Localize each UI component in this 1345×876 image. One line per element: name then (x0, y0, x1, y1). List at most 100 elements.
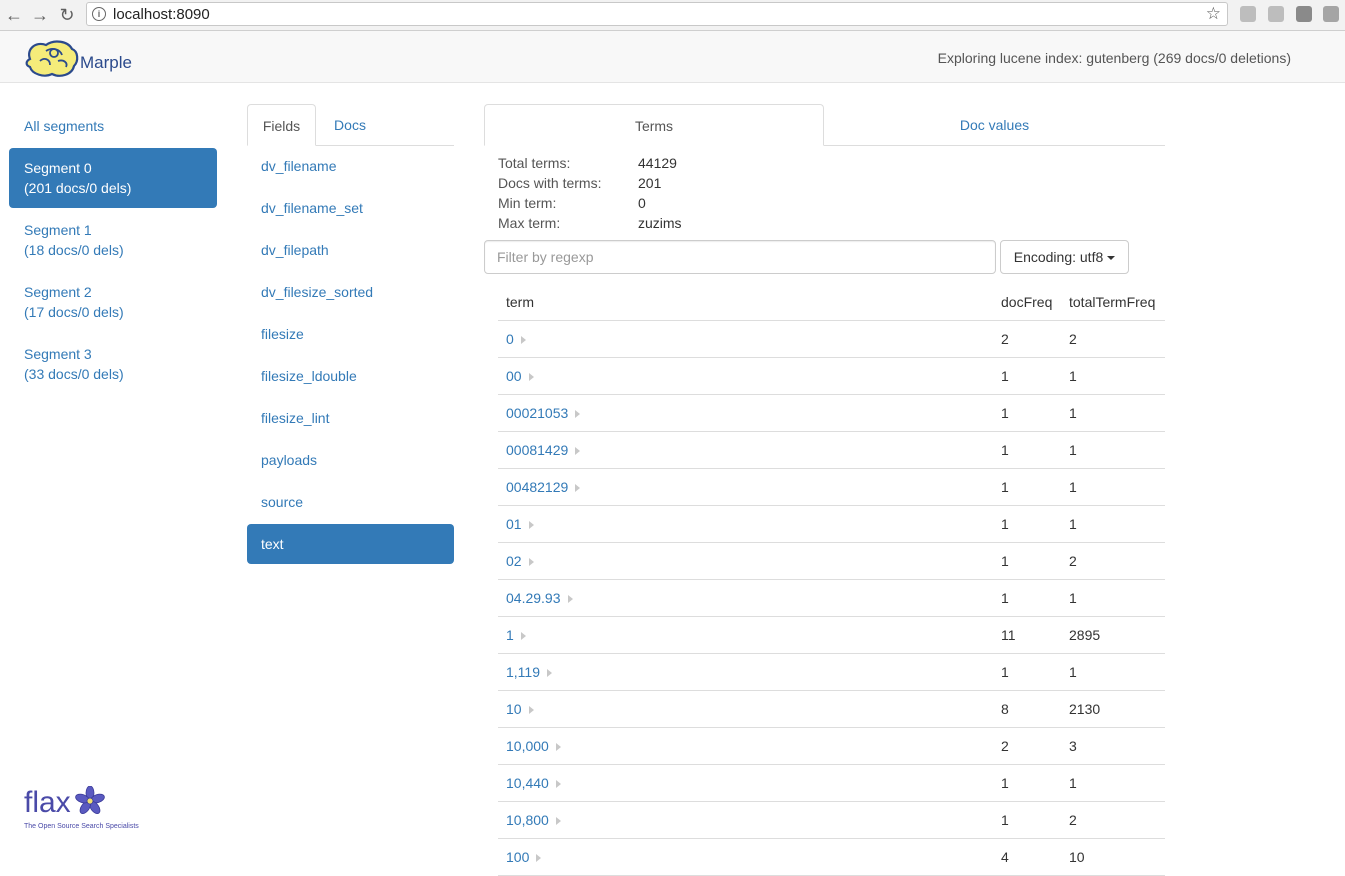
expand-arrow-icon[interactable] (575, 447, 581, 456)
term-link[interactable]: 04.29.93 (506, 590, 561, 606)
app-header: Marple Exploring lucene index: gutenberg… (0, 31, 1345, 83)
extension-drive-icon[interactable] (1240, 6, 1256, 22)
table-row: 04.29.93 1 1 (498, 579, 1165, 617)
field-item[interactable]: dv_filename (247, 146, 454, 186)
segment-item-0[interactable]: Segment 0 (201 docs/0 dels) (9, 148, 217, 208)
segment-detail: (33 docs/0 dels) (24, 366, 124, 382)
stat-label: Min term: (498, 195, 557, 211)
extension-m-icon[interactable] (1323, 6, 1339, 22)
term-link[interactable]: 0 (506, 331, 514, 347)
segment-item-all[interactable]: All segments (9, 106, 217, 146)
term-cell: 00 (498, 357, 993, 395)
segment-item-1[interactable]: Segment 1 (18 docs/0 dels) (9, 210, 217, 270)
expand-arrow-icon[interactable] (555, 780, 561, 789)
term-link[interactable]: 100 (506, 849, 529, 865)
expand-arrow-icon[interactable] (528, 706, 534, 715)
reload-icon[interactable]: ↻ (56, 4, 78, 26)
fields-docs-tabs: Fields Docs (247, 104, 454, 146)
totaltermfreq-cell: 1 (1061, 579, 1165, 617)
expand-arrow-icon[interactable] (567, 595, 573, 604)
column-header-totaltermfreq[interactable]: totalTermFreq (1061, 284, 1165, 321)
field-item[interactable]: filesize (247, 314, 454, 354)
flax-tagline: The Open Source Search Specialists (24, 823, 139, 830)
docfreq-cell: 8 (993, 690, 1061, 728)
term-link[interactable]: 10,800 (506, 812, 549, 828)
field-item[interactable]: filesize_ldouble (247, 356, 454, 396)
regexp-filter-input[interactable] (484, 240, 996, 274)
field-item[interactable]: source (247, 482, 454, 522)
table-row: 0 22 (498, 320, 1165, 358)
docfreq-cell: 11 (993, 616, 1061, 654)
expand-arrow-icon[interactable] (528, 521, 534, 530)
term-link[interactable]: 00482129 (506, 479, 568, 495)
totaltermfreq-cell: 2895 (1061, 616, 1165, 654)
totaltermfreq-cell: 1 (1061, 394, 1165, 432)
field-item[interactable]: filesize_lint (247, 398, 454, 438)
table-row: 1,119 1 1 (498, 653, 1165, 691)
term-link[interactable]: 00081429 (506, 442, 568, 458)
arrow-left-icon[interactable]: ← (3, 4, 25, 26)
segment-label: Segment 3 (24, 346, 92, 362)
field-item[interactable]: dv_filepath (247, 230, 454, 270)
term-link[interactable]: 10 (506, 701, 522, 717)
docfreq-cell: 2 (993, 320, 1061, 358)
expand-arrow-icon[interactable] (575, 484, 581, 493)
term-cell: 10,440 (498, 764, 993, 802)
marple-logo-icon[interactable] (24, 39, 80, 82)
table-row: 00482129 1 1 (498, 468, 1165, 506)
extension-grid-icon[interactable] (1268, 6, 1284, 22)
table-row: 00081429 1 1 (498, 431, 1165, 469)
column-header-term[interactable]: term (498, 284, 993, 321)
expand-arrow-icon[interactable] (575, 410, 581, 419)
segment-label: Segment 1 (24, 222, 92, 238)
totaltermfreq-cell: 1 (1061, 468, 1165, 506)
column-header-docfreq[interactable]: docFreq (993, 284, 1061, 321)
brand-name[interactable]: Marple (80, 53, 132, 73)
star-icon[interactable]: ☆ (1206, 4, 1221, 24)
table-row: 100 4 10 (498, 838, 1165, 876)
segment-item-3[interactable]: Segment 3 (33 docs/0 dels) (9, 334, 217, 394)
term-cell: 10 (498, 690, 993, 728)
expand-arrow-icon[interactable] (555, 743, 561, 752)
term-link[interactable]: 02 (506, 553, 522, 569)
arrow-right-icon[interactable]: → (29, 4, 51, 26)
expand-arrow-icon[interactable] (536, 854, 542, 863)
field-item[interactable]: dv_filename_set (247, 188, 454, 228)
totaltermfreq-cell: 2 (1061, 801, 1165, 839)
docfreq-cell: 1 (993, 579, 1061, 617)
term-cell: 10,000 (498, 727, 993, 765)
term-link[interactable]: 1 (506, 627, 514, 643)
expand-arrow-icon[interactable] (555, 817, 561, 826)
segment-item-2[interactable]: Segment 2 (17 docs/0 dels) (9, 272, 217, 332)
term-link[interactable]: 1,119 (506, 664, 540, 680)
totaltermfreq-cell: 2 (1061, 320, 1165, 358)
extension-square-icon[interactable] (1296, 6, 1312, 22)
expand-arrow-icon[interactable] (520, 336, 526, 345)
tab-doc-values[interactable]: Doc values (824, 104, 1165, 146)
address-bar[interactable]: i localhost:8090 ☆ (86, 2, 1228, 26)
term-link[interactable]: 10,000 (506, 738, 549, 754)
encoding-dropdown[interactable]: Encoding: utf8 (1000, 240, 1129, 274)
expand-arrow-icon[interactable] (528, 558, 534, 567)
term-link[interactable]: 00 (506, 368, 522, 384)
tab-terms[interactable]: Terms (484, 104, 824, 146)
term-stats: Total terms: 44129 Docs with terms: 201 Mi… (498, 154, 798, 234)
table-row: 01 1 1 (498, 505, 1165, 543)
expand-arrow-icon[interactable] (528, 373, 534, 382)
term-link[interactable]: 10,440 (506, 775, 549, 791)
totaltermfreq-cell: 10 (1061, 838, 1165, 876)
segment-detail: (18 docs/0 dels) (24, 242, 124, 258)
tab-fields[interactable]: Fields (247, 104, 316, 146)
term-link[interactable]: 01 (506, 516, 522, 532)
segment-detail: (201 docs/0 dels) (24, 180, 132, 196)
expand-arrow-icon[interactable] (520, 632, 526, 641)
index-info: Exploring lucene index: gutenberg (269 d… (937, 50, 1291, 66)
term-link[interactable]: 00021053 (506, 405, 568, 421)
field-item[interactable]: dv_filesize_sorted (247, 272, 454, 312)
expand-arrow-icon[interactable] (547, 669, 552, 678)
docfreq-cell: 1 (993, 801, 1061, 839)
field-item[interactable]: text (247, 524, 454, 564)
info-icon[interactable]: i (92, 7, 106, 21)
tab-docs[interactable]: Docs (316, 104, 384, 146)
field-item[interactable]: payloads (247, 440, 454, 480)
